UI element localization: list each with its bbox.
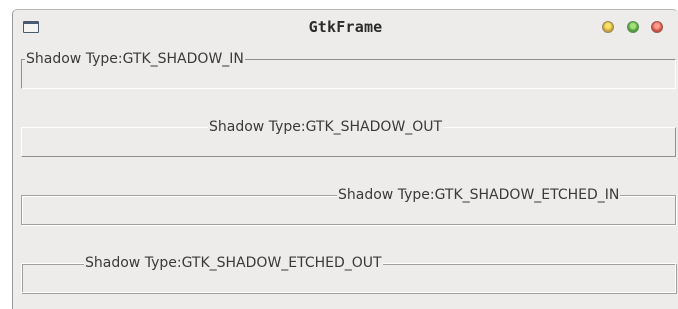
frame-label: Shadow Type:GTK_SHADOW_OUT — [208, 119, 444, 135]
title-bar[interactable]: GtkFrame — [13, 10, 678, 44]
frame-label: Shadow Type:GTK_SHADOW_ETCHED_IN — [337, 187, 621, 203]
window-title: GtkFrame — [308, 18, 383, 36]
frame-label: Shadow Type:GTK_SHADOW_ETCHED_OUT — [84, 255, 383, 271]
frame-shadow-in: Shadow Type:GTK_SHADOW_IN — [21, 51, 676, 89]
frame-shadow-out: Shadow Type:GTK_SHADOW_OUT — [21, 119, 676, 157]
minimize-button[interactable] — [602, 21, 614, 33]
frame-label: Shadow Type:GTK_SHADOW_IN — [25, 51, 245, 67]
close-button[interactable] — [651, 21, 663, 33]
maximize-button[interactable] — [627, 21, 639, 33]
app-window: GtkFrame Shadow Type:GTK_SHADOW_IN Shado… — [12, 9, 678, 309]
frame-shadow-etched-in: Shadow Type:GTK_SHADOW_ETCHED_IN — [21, 187, 676, 225]
frame-shadow-etched-out: Shadow Type:GTK_SHADOW_ETCHED_OUT — [21, 255, 676, 293]
